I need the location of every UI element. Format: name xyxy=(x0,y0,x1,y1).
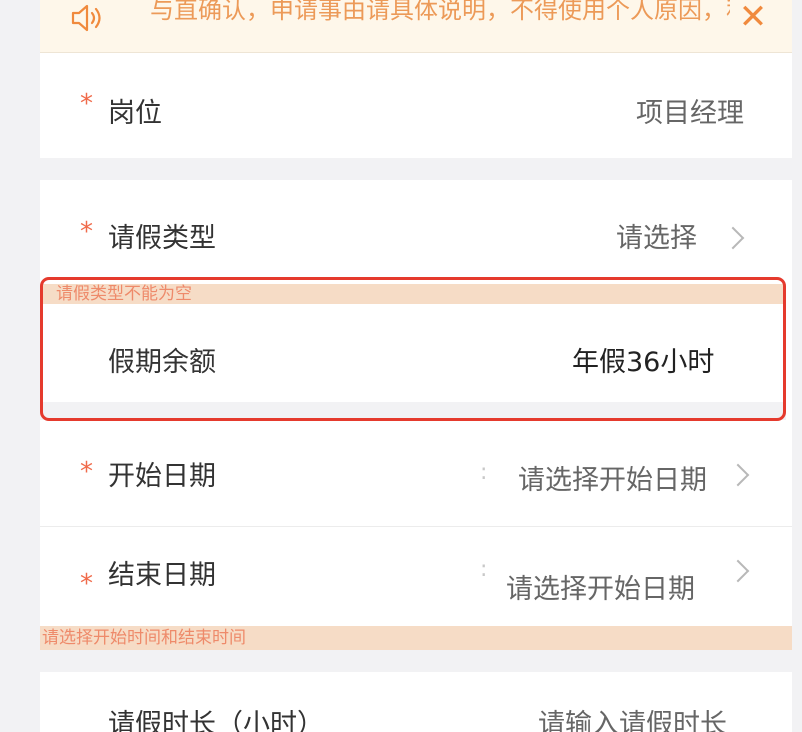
notice-text: 与直确认，申请事由请具体说明，不得使用个人原因，私 xyxy=(150,0,730,24)
required-mark: * xyxy=(80,457,93,487)
start-date-row[interactable]: * 开始日期 : 请选择开始日期 xyxy=(40,422,792,526)
leave-type-label: 请假类型 xyxy=(108,223,216,254)
duration-placeholder: 请输入请假时长 xyxy=(538,709,727,732)
notice-bar: 与直确认，申请事由请具体说明，不得使用个人原因，私 ✕ xyxy=(40,0,792,53)
required-mark: * xyxy=(80,569,93,599)
leave-type-error: 请假类型不能为空 xyxy=(40,284,786,304)
end-date-placeholder: 请选择开始日期 xyxy=(506,574,695,605)
start-date-placeholder: 请选择开始日期 xyxy=(518,465,707,496)
leave-type-placeholder: 请选择 xyxy=(616,223,697,254)
leave-balance-label: 假期余额 xyxy=(108,347,216,378)
spacer xyxy=(40,650,792,672)
position-value: 项目经理 xyxy=(636,98,744,129)
required-mark: * xyxy=(80,89,93,119)
position-label: 岗位 xyxy=(108,98,162,129)
leave-balance-value: 年假36小时 xyxy=(572,347,715,378)
leave-type-row[interactable]: * 请假类型 请选择 xyxy=(40,180,792,284)
chevron-right-icon xyxy=(726,463,750,487)
colon-glyph: : xyxy=(480,460,488,485)
position-row: * 岗位 项目经理 xyxy=(40,53,792,158)
speaker-icon xyxy=(71,4,101,32)
date-error: 请选择开始时间和结束时间 xyxy=(40,626,792,650)
duration-label: 请假时长（小时） xyxy=(108,709,324,732)
chevron-right-icon xyxy=(721,226,745,250)
end-date-row[interactable]: * 结束日期 : 请选择开始日期 xyxy=(40,527,792,625)
end-date-label: 结束日期 xyxy=(108,560,216,591)
close-icon[interactable]: ✕ xyxy=(736,0,770,36)
duration-row[interactable]: 请假时长（小时） 请输入请假时长 xyxy=(40,672,792,732)
leave-balance-row: 假期余额 年假36小时 xyxy=(40,304,786,402)
colon-glyph: : xyxy=(480,557,488,582)
start-date-label: 开始日期 xyxy=(108,461,216,492)
chevron-right-icon xyxy=(726,559,750,583)
required-mark: * xyxy=(80,217,93,247)
spacer xyxy=(40,402,786,420)
